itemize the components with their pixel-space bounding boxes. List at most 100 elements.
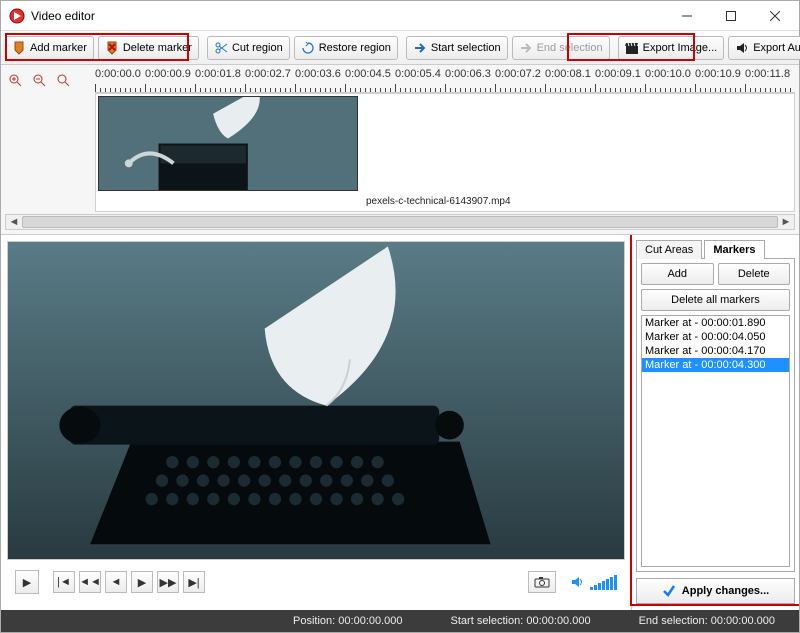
zoom-out-button[interactable]: [29, 70, 49, 90]
timeline-ruler[interactable]: 0:00:00.0 0:00:00.9 0:00:01.8 0:00:02.7 0:00…: [95, 67, 795, 93]
ruler-tick-label: 0:00:11.8: [745, 68, 790, 80]
camera-icon: [534, 576, 550, 588]
apply-changes-button[interactable]: Apply changes...: [636, 578, 795, 604]
ruler-tick-label: 0:00:02.7: [245, 68, 291, 80]
delete-button-label: Delete: [738, 268, 770, 280]
window-title: Video editor: [31, 9, 665, 23]
app-icon: [9, 8, 25, 24]
statusbar: Position: 00:00:00.000 Start selection: …: [1, 610, 799, 632]
status-position: Position: 00:00:00.000: [269, 615, 427, 627]
timeline-area: 0:00:00.0 0:00:00.9 0:00:01.8 0:00:02.7 0:00…: [1, 65, 799, 235]
zoom-fit-button[interactable]: [53, 70, 73, 90]
start-selection-label: Start selection: [431, 42, 501, 54]
scroll-left-button[interactable]: ◄: [6, 215, 22, 229]
ruler-tick-label: 0:00:05.4: [395, 68, 441, 80]
scrollbar-thumb[interactable]: [22, 216, 778, 228]
ruler-tick-label: 0:00:03.6: [295, 68, 341, 80]
tab-cut-areas[interactable]: Cut Areas: [636, 240, 702, 259]
cut-region-button[interactable]: Cut region: [207, 36, 290, 60]
end-selection-button[interactable]: End selection: [512, 36, 610, 60]
zoom-out-icon: [32, 73, 46, 87]
titlebar: Video editor: [1, 1, 799, 31]
delete-all-label: Delete all markers: [671, 294, 760, 306]
clip-filename: pexels-c-technical-6143907.mp4: [366, 196, 511, 207]
video-track[interactable]: pexels-c-technical-6143907.mp4: [95, 93, 795, 212]
add-marker-label: Add marker: [30, 42, 87, 54]
zoom-in-button[interactable]: [5, 70, 25, 90]
export-audio-button[interactable]: Export Audio...: [728, 36, 800, 60]
minimize-icon: [682, 11, 692, 21]
ruler-tick-label: 0:00:10.0: [645, 68, 691, 80]
marker-delete-icon: [105, 41, 119, 55]
add-button[interactable]: Add: [641, 263, 714, 285]
marker-add-icon: [12, 41, 26, 55]
step-back-button[interactable]: ◄◄: [79, 571, 101, 593]
ruler-tick-label: 0:00:09.1: [595, 68, 641, 80]
ruler-tick-label: 0:00:01.8: [195, 68, 241, 80]
close-button[interactable]: [753, 2, 797, 30]
export-image-button[interactable]: Export Image...: [618, 36, 725, 60]
export-audio-label: Export Audio...: [753, 42, 800, 54]
add-marker-button[interactable]: Add marker: [5, 36, 94, 60]
ruler-tick-label: 0:00:07.2: [495, 68, 541, 80]
frame-back-button[interactable]: ◄: [105, 571, 127, 593]
step-forward-button[interactable]: ▶▶: [157, 571, 179, 593]
delete-button[interactable]: Delete: [718, 263, 791, 285]
speaker-icon[interactable]: [570, 574, 586, 590]
audio-icon: [735, 41, 749, 55]
delete-all-markers-button[interactable]: Delete all markers: [641, 289, 790, 311]
timeline-scrollbar[interactable]: ◄ ►: [5, 214, 795, 230]
marker-list[interactable]: Marker at - 00:00:01.890Marker at - 00:0…: [641, 315, 790, 567]
tab-markers-label: Markers: [713, 244, 755, 256]
tab-cut-areas-label: Cut Areas: [645, 244, 693, 256]
marker-list-item[interactable]: Marker at - 00:00:04.170: [642, 344, 789, 358]
ruler-tick-label: 0:00:04.5: [345, 68, 391, 80]
frame-forward-button[interactable]: ▶: [131, 571, 153, 593]
video-preview: [7, 241, 625, 560]
restore-region-label: Restore region: [319, 42, 391, 54]
volume-level[interactable]: [590, 574, 617, 590]
end-selection-label: End selection: [537, 42, 603, 54]
tab-markers[interactable]: Markers: [704, 240, 764, 259]
zoom-in-icon: [8, 73, 22, 87]
marker-list-item[interactable]: Marker at - 00:00:04.300: [642, 358, 789, 372]
add-button-label: Add: [667, 268, 687, 280]
export-image-label: Export Image...: [643, 42, 718, 54]
check-icon: [662, 584, 676, 598]
scissors-icon: [214, 41, 228, 55]
play-button[interactable]: ▶: [15, 570, 39, 594]
toolbar: Add marker Delete marker Cut region Rest…: [1, 31, 799, 65]
marker-list-item[interactable]: Marker at - 00:00:01.890: [642, 316, 789, 330]
maximize-icon: [726, 11, 736, 21]
restore-icon: [301, 41, 315, 55]
go-start-button[interactable]: |◄: [53, 571, 75, 593]
ruler-tick-label: 0:00:06.3: [445, 68, 491, 80]
restore-region-button[interactable]: Restore region: [294, 36, 398, 60]
ruler-tick-label: 0:00:08.1: [545, 68, 591, 80]
snapshot-button[interactable]: [528, 571, 556, 593]
ruler-tick-label: 0:00:00.0: [95, 68, 141, 80]
arrow-right-disabled-icon: [519, 41, 533, 55]
timeline-zoom-tools: [5, 67, 95, 93]
arrow-right-icon: [413, 41, 427, 55]
minimize-button[interactable]: [665, 2, 709, 30]
status-end-selection: End selection: 00:00:00.000: [615, 615, 799, 627]
maximize-button[interactable]: [709, 2, 753, 30]
start-selection-button[interactable]: Start selection: [406, 36, 508, 60]
marker-list-item[interactable]: Marker at - 00:00:04.050: [642, 330, 789, 344]
delete-marker-button[interactable]: Delete marker: [98, 36, 199, 60]
video-clip[interactable]: [98, 96, 358, 191]
go-end-button[interactable]: ▶|: [183, 571, 205, 593]
ruler-tick-label: 0:00:00.9: [145, 68, 191, 80]
ruler-tick-label: 0:00:10.9: [695, 68, 741, 80]
scroll-right-button[interactable]: ►: [778, 215, 794, 229]
clapboard-icon: [625, 41, 639, 55]
cut-region-label: Cut region: [232, 42, 283, 54]
side-panel: Cut Areas Markers Add Delete Delete all …: [631, 235, 799, 610]
status-start-selection: Start selection: 00:00:00.000: [427, 615, 615, 627]
delete-marker-label: Delete marker: [123, 42, 192, 54]
zoom-fit-icon: [56, 73, 70, 87]
playback-controls: ▶ |◄ ◄◄ ◄ ▶ ▶▶ ▶|: [7, 560, 625, 604]
apply-label: Apply changes...: [682, 585, 769, 597]
close-icon: [770, 11, 780, 21]
